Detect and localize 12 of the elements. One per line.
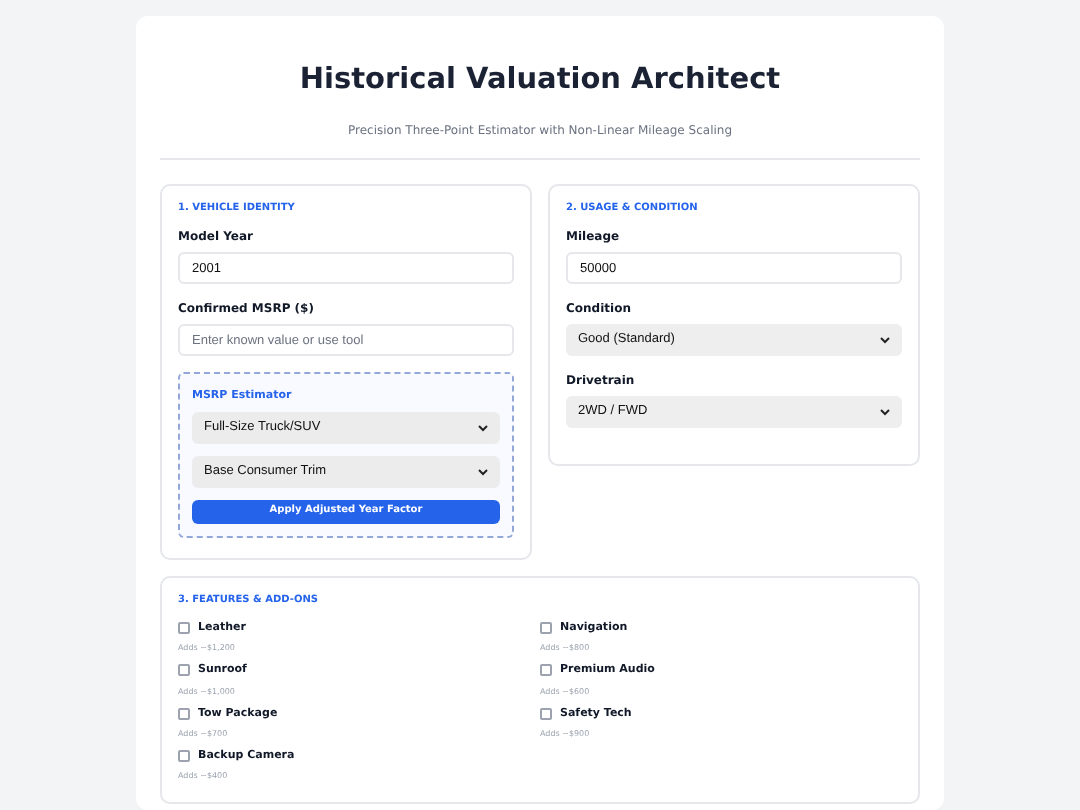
caret-icon [880, 336, 890, 345]
checkbox[interactable] [178, 749, 190, 762]
checkbox[interactable] [540, 707, 552, 720]
checkbox[interactable] [178, 707, 190, 720]
caret-icon [478, 467, 488, 475]
checkbox[interactable] [178, 664, 190, 677]
page-title: Historical Valuation Architect [297, 62, 783, 100]
caret-icon [880, 408, 890, 417]
checkbox[interactable] [178, 622, 190, 635]
checkbox[interactable] [540, 622, 552, 635]
caret-icon [478, 423, 488, 431]
checkbox[interactable] [540, 664, 552, 677]
